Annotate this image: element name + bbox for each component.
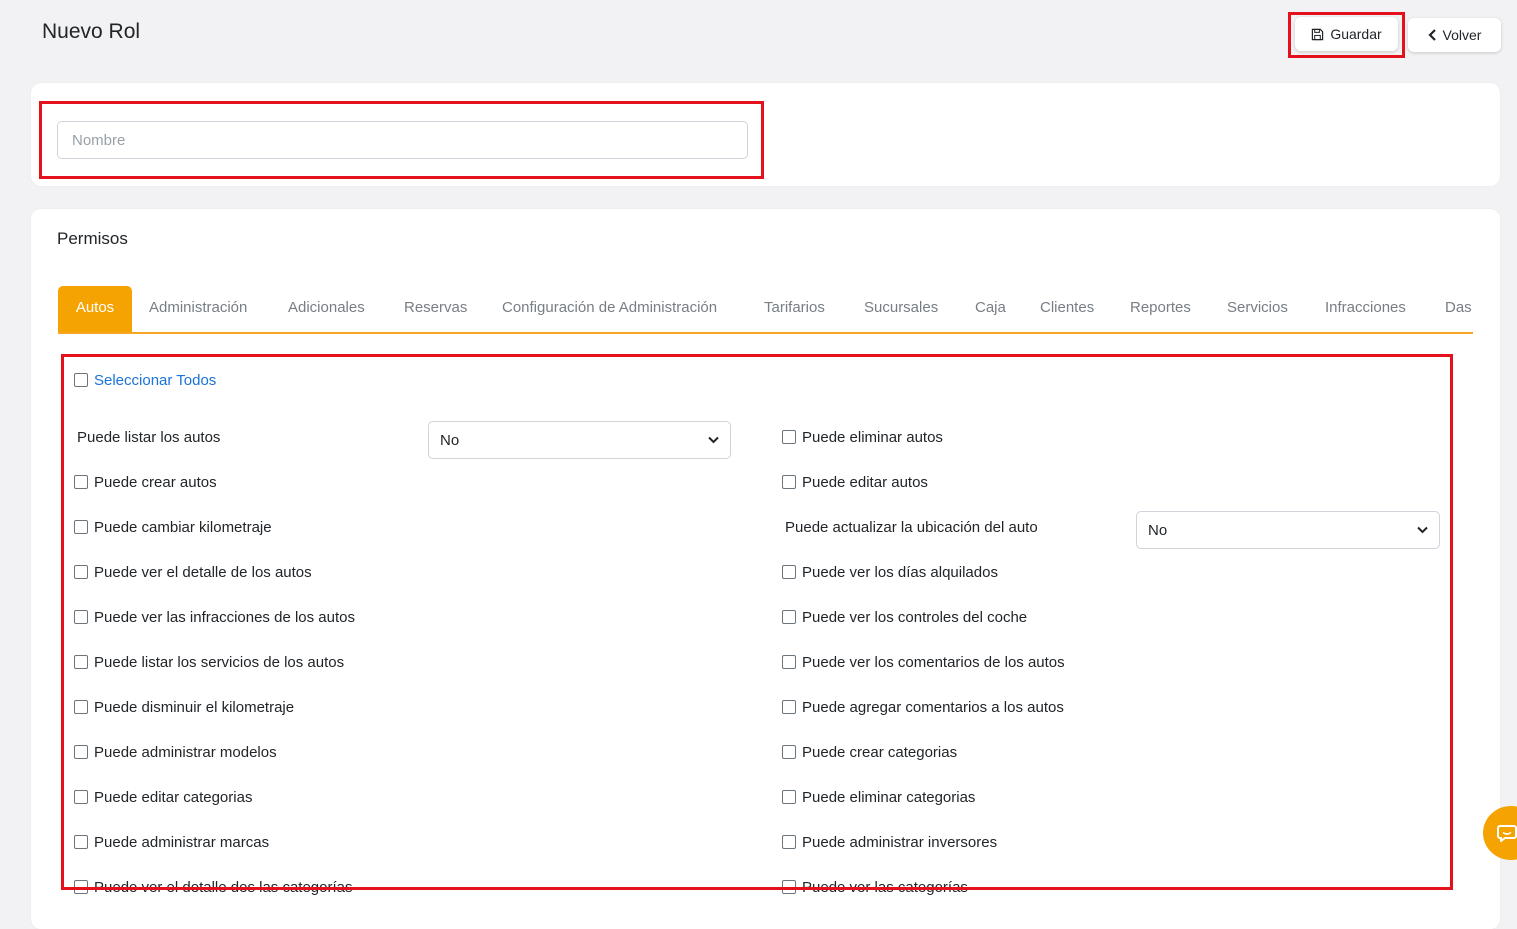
perm-label-listar-autos: Puede listar los autos — [77, 429, 221, 446]
checkbox-box[interactable] — [782, 655, 796, 669]
perm-label: Puede ver el detalle des las categorías — [94, 878, 353, 896]
tab-reservas[interactable]: Reservas — [404, 286, 467, 332]
perm-label: Puede editar categorias — [94, 788, 253, 806]
perm-administrar-modelos[interactable]: Puede administrar modelos — [74, 743, 277, 761]
tab-tarifarios[interactable]: Tarifarios — [764, 286, 825, 332]
tab-autos[interactable]: Autos — [58, 286, 132, 332]
tab-infracciones[interactable]: Infracciones — [1325, 286, 1406, 332]
perm-ver-detalle-categorias[interactable]: Puede ver el detalle des las categorías — [74, 878, 353, 896]
checkbox-box[interactable] — [74, 880, 88, 894]
perm-label: Puede ver las categorías — [802, 878, 968, 896]
checkbox-box[interactable] — [74, 835, 88, 849]
perm-editar-categorias[interactable]: Puede editar categorias — [74, 788, 252, 806]
tab-administracion[interactable]: Administración — [149, 286, 247, 332]
perm-ver-comentarios-autos[interactable]: Puede ver los comentarios de los autos — [782, 653, 1065, 671]
perm-ver-dias-alquilados[interactable]: Puede ver los días alquilados — [782, 563, 998, 581]
perm-label: Puede ver los días alquilados — [802, 563, 998, 581]
back-button[interactable]: Volver — [1408, 18, 1501, 52]
chevron-left-icon — [1427, 29, 1437, 41]
perm-ver-detalle-autos[interactable]: Puede ver el detalle de los autos — [74, 563, 312, 581]
chevron-down-icon — [708, 436, 719, 444]
perm-label: Puede listar los servicios de los autos — [94, 653, 345, 671]
select-value: No — [440, 431, 460, 449]
perm-label: Puede ver los controles del coche — [802, 608, 1028, 626]
perm-label: Puede cambiar kilometraje — [94, 518, 272, 536]
checkbox-box[interactable] — [74, 655, 88, 669]
select-all-label: Seleccionar Todos — [94, 371, 217, 389]
perm-agregar-comentarios-autos[interactable]: Puede agregar comentarios a los autos — [782, 698, 1064, 716]
perm-cambiar-kilometraje[interactable]: Puede cambiar kilometraje — [74, 518, 272, 536]
checkbox-box[interactable] — [782, 700, 796, 714]
checkbox-box[interactable] — [74, 790, 88, 804]
checkbox-box[interactable] — [782, 610, 796, 624]
checkbox-box[interactable] — [782, 835, 796, 849]
perm-label: Puede administrar modelos — [94, 743, 277, 761]
perm-label: Puede administrar inversores — [802, 833, 998, 851]
tab-caja[interactable]: Caja — [975, 286, 1006, 332]
checkbox-box[interactable] — [782, 745, 796, 759]
permissions-title: Permisos — [57, 229, 128, 248]
checkbox-box[interactable] — [74, 610, 88, 624]
chat-bubble-icon — [1497, 825, 1517, 842]
select-listar-autos[interactable]: No — [428, 421, 731, 459]
perm-label: Puede ver el detalle de los autos — [94, 563, 312, 581]
perm-crear-autos[interactable]: Puede crear autos — [74, 473, 217, 491]
page-title: Nuevo Rol — [42, 20, 141, 43]
back-button-label: Volver — [1442, 27, 1482, 43]
perm-label: Puede disminuir el kilometraje — [94, 698, 295, 716]
chevron-down-icon — [1417, 526, 1428, 534]
perm-listar-servicios-autos[interactable]: Puede listar los servicios de los autos — [74, 653, 344, 671]
perm-administrar-marcas[interactable]: Puede administrar marcas — [74, 833, 269, 851]
perm-label-actualizar-ubicacion: Puede actualizar la ubicación del auto — [785, 519, 1038, 536]
perm-eliminar-categorias[interactable]: Puede eliminar categorias — [782, 788, 975, 806]
checkbox-box[interactable] — [782, 565, 796, 579]
checkbox-box[interactable] — [782, 475, 796, 489]
checkbox-box[interactable] — [74, 373, 88, 387]
floppy-disk-icon — [1311, 28, 1324, 41]
checkbox-box[interactable] — [782, 790, 796, 804]
perm-label: Puede editar autos — [802, 473, 928, 491]
checkbox-box[interactable] — [74, 475, 88, 489]
perm-label: Puede eliminar autos — [802, 428, 943, 446]
save-button[interactable]: Guardar — [1295, 17, 1398, 51]
tab-servicios[interactable]: Servicios — [1227, 286, 1288, 332]
perm-ver-infracciones-autos[interactable]: Puede ver las infracciones de los autos — [74, 608, 355, 626]
perm-ver-categorias[interactable]: Puede ver las categorías — [782, 878, 968, 896]
checkbox-box[interactable] — [74, 745, 88, 759]
tab-das[interactable]: Das — [1445, 286, 1472, 332]
checkbox-box[interactable] — [74, 565, 88, 579]
perm-disminuir-kilometraje[interactable]: Puede disminuir el kilometraje — [74, 698, 294, 716]
perm-ver-controles-coche[interactable]: Puede ver los controles del coche — [782, 608, 1027, 626]
perm-label: Puede crear autos — [94, 473, 217, 491]
tab-configuracion-administracion[interactable]: Configuración de Administración — [502, 286, 717, 332]
checkbox-box[interactable] — [782, 430, 796, 444]
name-input[interactable] — [57, 121, 748, 159]
tab-reportes[interactable]: Reportes — [1130, 286, 1191, 332]
checkbox-box[interactable] — [74, 700, 88, 714]
perm-label: Puede ver los comentarios de los autos — [802, 653, 1065, 671]
perm-eliminar-autos[interactable]: Puede eliminar autos — [782, 428, 943, 446]
select-value: No — [1148, 521, 1168, 539]
select-actualizar-ubicacion[interactable]: No — [1136, 511, 1440, 549]
perm-label: Puede crear categorias — [802, 743, 958, 761]
perm-label: Puede administrar marcas — [94, 833, 270, 851]
perm-label: Puede eliminar categorias — [802, 788, 976, 806]
perm-editar-autos[interactable]: Puede editar autos — [782, 473, 928, 491]
checkbox-box[interactable] — [74, 520, 88, 534]
tab-clientes[interactable]: Clientes — [1040, 286, 1094, 332]
permissions-tabs: Autos Administración Adicionales Reserva… — [58, 286, 1473, 334]
checkbox-box[interactable] — [782, 880, 796, 894]
perm-label: Puede ver las infracciones de los autos — [94, 608, 355, 626]
save-button-label: Guardar — [1330, 26, 1382, 42]
tab-adicionales[interactable]: Adicionales — [288, 286, 365, 332]
perm-label: Puede agregar comentarios a los autos — [802, 698, 1064, 716]
tab-sucursales[interactable]: Sucursales — [864, 286, 938, 332]
select-all-checkbox[interactable]: Seleccionar Todos — [74, 371, 216, 389]
perm-administrar-inversores[interactable]: Puede administrar inversores — [782, 833, 997, 851]
perm-crear-categorias[interactable]: Puede crear categorias — [782, 743, 957, 761]
